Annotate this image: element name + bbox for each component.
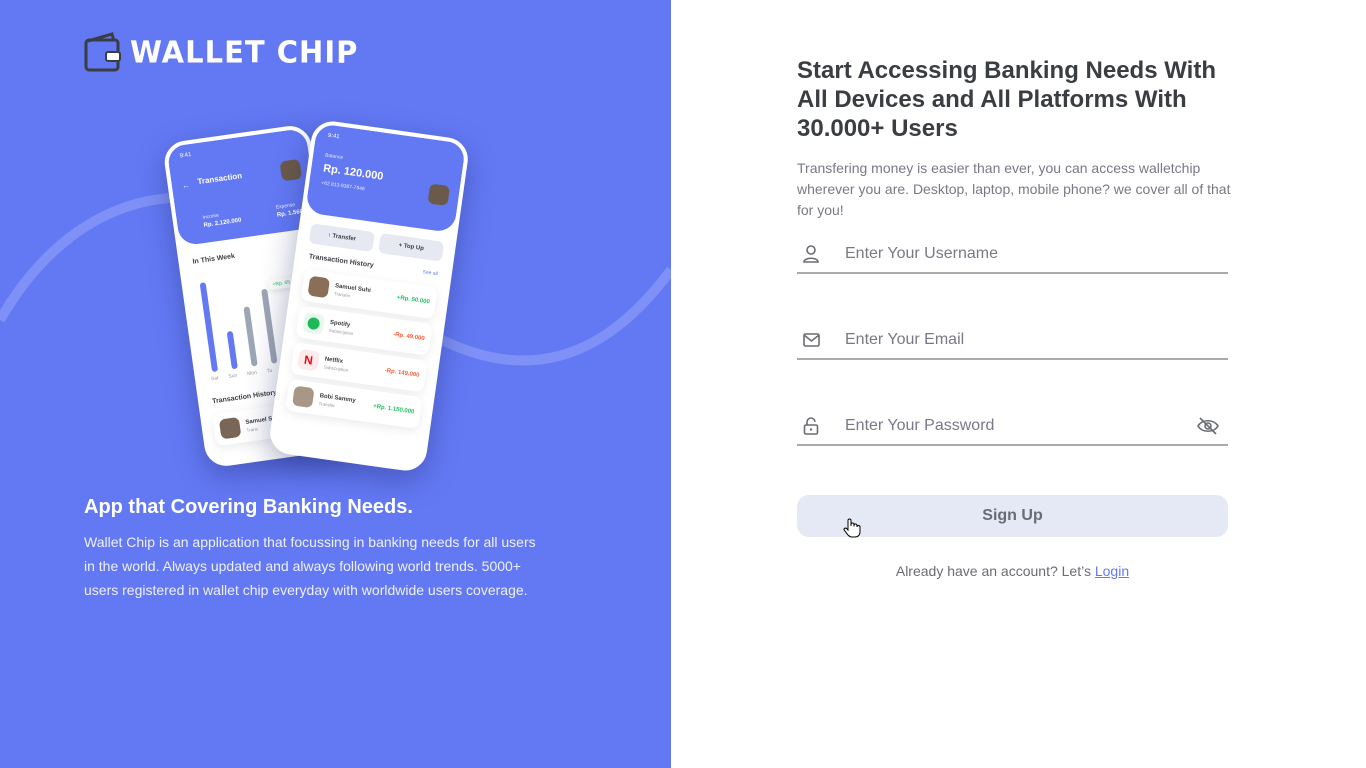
signup-panel: Start Accessing Banking Needs With All D…: [671, 0, 1366, 768]
login-prompt-text: Already have an account? Let’s: [895, 563, 1095, 579]
phone-number: +62 813-9387-7946: [320, 180, 366, 193]
avatar: [427, 183, 451, 207]
username-field: [797, 236, 1228, 274]
eye-off-icon[interactable]: [1188, 417, 1228, 435]
balance-label: Balance: [324, 152, 344, 162]
avatar: [218, 416, 242, 440]
page-title: Start Accessing Banking Needs With All D…: [797, 57, 1216, 142]
username-input[interactable]: [827, 245, 1228, 263]
page-subtitle: Transfering money is easier than ever, y…: [797, 160, 1231, 218]
avatar: [307, 275, 331, 299]
hand-pointer-icon: [843, 518, 861, 538]
avatar: [292, 385, 315, 409]
netflix-icon: N: [297, 348, 320, 372]
bar-sat: [199, 282, 219, 373]
signup-button[interactable]: Sign Up: [797, 495, 1228, 537]
password-field: [797, 408, 1228, 446]
bar-mon: [243, 306, 258, 367]
wallet-icon: [84, 32, 121, 72]
mail-icon: [797, 333, 827, 347]
tx-amount: -Rp. 49.000: [392, 331, 425, 343]
login-prompt: Already have an account? Let’s Login: [797, 563, 1228, 579]
promo-panel: WALLET CHIP 9:41 ← Transaction Income Rp…: [0, 0, 671, 768]
tx-amount: +Rp. 50.000: [396, 294, 431, 306]
day-label: Sun: [228, 372, 238, 380]
bar-tu: [261, 288, 278, 364]
day-label: Mon: [246, 369, 258, 378]
promo-heading: App that Covering Banking Needs.: [84, 496, 413, 518]
phone-title: Transaction: [196, 171, 243, 187]
day-label: Tu: [266, 367, 273, 375]
back-arrow-icon: ←: [181, 180, 191, 191]
see-all-link: See all: [422, 269, 439, 278]
avatar: [279, 158, 303, 182]
login-link[interactable]: Login: [1095, 563, 1129, 579]
tx-amount: -Rp. 149.000: [384, 367, 420, 379]
phone-header: 9:41 ← Transaction Income Rp. 2.120.000 …: [166, 127, 319, 247]
promo-description: Wallet Chip is an application that focus…: [84, 534, 536, 598]
bar-sun: [226, 330, 238, 370]
balance-value: Rp. 120.000: [322, 162, 385, 183]
email-field: [797, 322, 1228, 360]
phone-time: 9:41: [179, 151, 192, 160]
spotify-icon: [302, 312, 325, 335]
email-input[interactable]: [827, 331, 1228, 349]
app-mockup: 9:41 ← Transaction Income Rp. 2.120.000 …: [161, 118, 500, 478]
brand-logo: WALLET CHIP: [84, 32, 358, 72]
brand-name: WALLET CHIP: [130, 34, 359, 70]
tx-amount: +Rp. 1.150.000: [372, 403, 415, 416]
password-input[interactable]: [827, 417, 1188, 435]
user-icon: [797, 245, 827, 263]
lock-icon: [797, 417, 827, 435]
day-label: Sat: [210, 375, 220, 383]
phone-time: 9:41: [327, 132, 340, 141]
income-label: Income: [202, 212, 220, 221]
